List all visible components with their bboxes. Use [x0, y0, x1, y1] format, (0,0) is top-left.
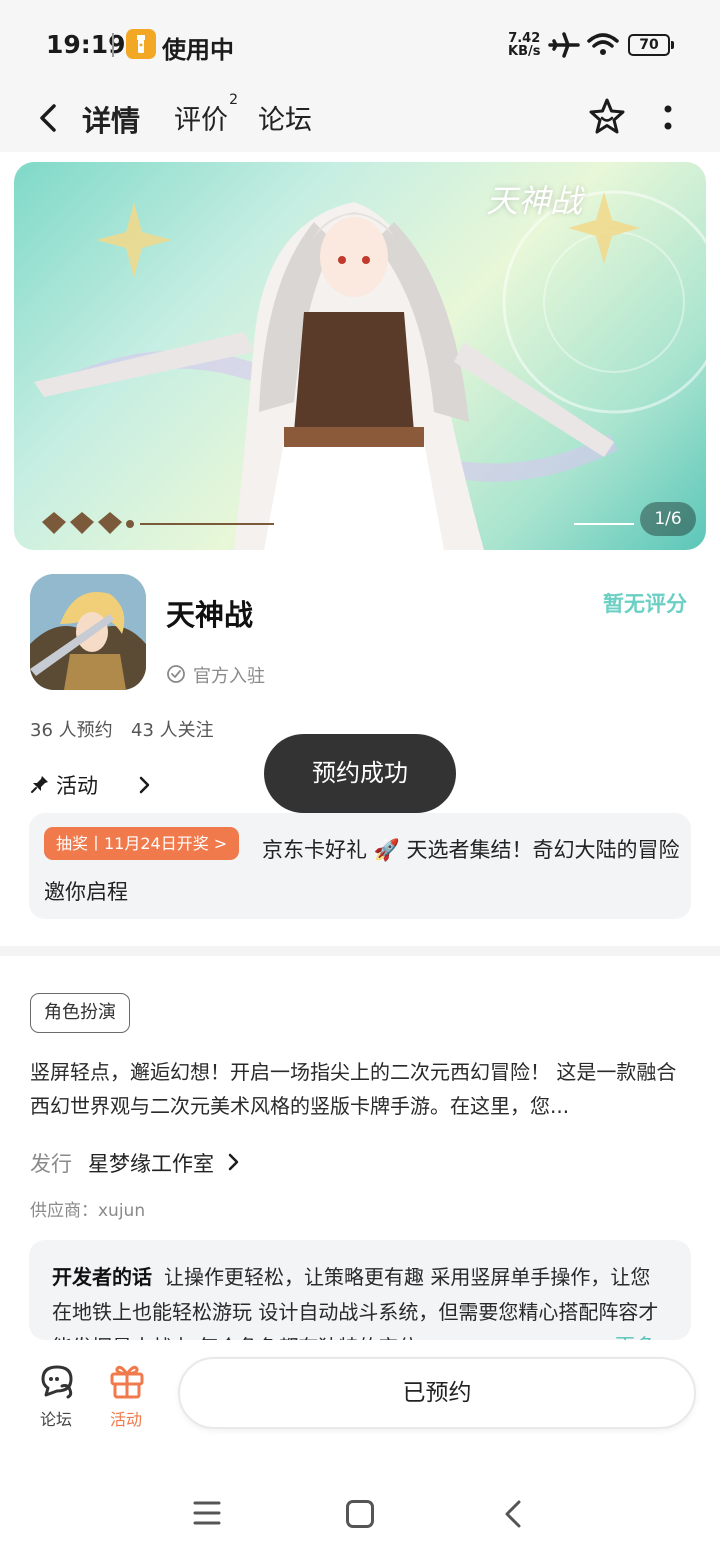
network-speed-unit: KB/s [508, 44, 541, 59]
chevron-right-icon [228, 1152, 240, 1172]
reservation-count: 36 人预约 [30, 720, 113, 741]
bottom-activity-label[interactable]: 活动 [110, 1406, 142, 1430]
gift-icon[interactable] [108, 1360, 146, 1400]
banner-game-logo: 天神战 [485, 182, 582, 220]
home-square-icon[interactable] [346, 1500, 374, 1528]
activity-text: 京东卡好礼 🚀 天选者集结！奇幻大陆的冒险邀你启程 [44, 838, 680, 904]
battery-indicator: 70 [628, 34, 674, 56]
tab-review-label: 评价 [174, 105, 228, 136]
tab-review[interactable]: 评价 2 [174, 92, 238, 137]
airplane-icon [548, 30, 580, 60]
torch-icon [126, 29, 156, 59]
tab-forum[interactable]: 论坛 [258, 98, 312, 137]
back-chevron-icon[interactable] [502, 1498, 524, 1530]
app-title: 天神战 [166, 598, 254, 632]
activity-card[interactable]: 抽奖丨11月24日开奖 > 京东卡好礼 🚀 天选者集结！奇幻大陆的冒险邀你启程 [29, 813, 691, 919]
pin-icon [30, 774, 50, 794]
star-icon[interactable] [586, 96, 628, 138]
app-icon [30, 574, 146, 690]
reserved-button[interactable]: 已预约 [178, 1357, 696, 1429]
section-divider [0, 946, 720, 956]
more-link[interactable]: 更多 [615, 1330, 655, 1340]
rating-text: 暂无评分 [603, 592, 687, 616]
publisher-link[interactable]: 星梦缘工作室 [88, 1148, 214, 1178]
back-arrow-icon[interactable] [32, 100, 64, 136]
banner-page-counter: 1/6 [640, 502, 696, 536]
more-icon[interactable] [660, 104, 676, 134]
banner-carousel[interactable]: 天神战 1/6 [14, 162, 706, 550]
status-bar: 19:19 使用中 7.42 KB/s 70 [0, 0, 720, 90]
status-in-use: 使用中 [162, 36, 234, 64]
genre-tag[interactable]: 角色扮演 [30, 993, 130, 1033]
status-divider [112, 33, 114, 57]
banner-artwork [34, 190, 706, 550]
system-navigation-bar [0, 1478, 720, 1559]
tab-detail[interactable]: 详情 [82, 98, 141, 140]
game-description[interactable]: 竖屏轻点，邂逅幻想！开启一场指尖上的二次元西幻冒险！ 这是一款融合西幻世界观与二… [30, 1055, 690, 1123]
network-speed: 7.42 KB/s [508, 32, 540, 58]
shield-check-icon [166, 664, 186, 684]
top-nav: 详情 评价 2 论坛 [0, 90, 720, 152]
supplier-text: 供应商：xujun [30, 1201, 146, 1221]
chevron-right-icon [138, 775, 152, 795]
forum-chat-icon[interactable] [38, 1362, 76, 1400]
developer-note-text: 开发者的话 让操作更轻松，让策略更有趣 采用竖屏单手操作，让您在地铁上也能轻松游玩… [52, 1260, 670, 1340]
activity-section-label: 活动 [56, 774, 98, 798]
wifi-icon [586, 30, 620, 60]
toast-message: 预约成功 [264, 734, 456, 813]
official-label: 官方入驻 [193, 666, 265, 687]
follower-count: 43 人关注 [131, 720, 214, 741]
developer-note-card[interactable]: 开发者的话 让操作更轻松，让策略更有趣 采用竖屏单手操作，让您在地铁上也能轻松游玩… [29, 1240, 691, 1340]
tab-review-badge: 2 [229, 92, 238, 108]
publisher-label: 发行 [30, 1152, 72, 1176]
menu-lines-icon[interactable] [193, 1500, 221, 1526]
bottom-forum-label[interactable]: 论坛 [40, 1406, 72, 1430]
tab-detail-label: 详情 [82, 104, 141, 138]
developer-note-title: 开发者的话 [52, 1265, 152, 1289]
